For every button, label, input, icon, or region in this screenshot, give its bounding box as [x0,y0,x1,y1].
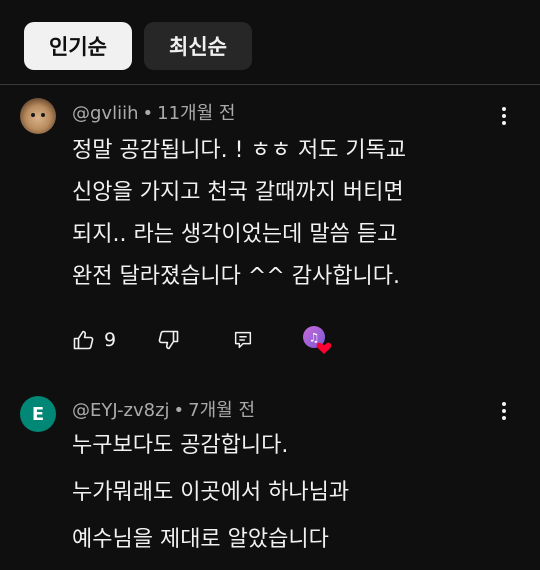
comment-actions: 9 ♫ [72,325,372,355]
thumbs-up-icon [73,330,94,350]
comment-line: 정말 공감됩니다. ! ㅎㅎ 저도 기독교 [72,138,407,163]
avatar[interactable]: E [20,396,56,432]
comment-text: 누구보다도 공감합니다. 누가뭐래도 이곳에서 하나님과 예수님을 제대로 알았… [72,422,482,563]
comment-line: 누구보다도 공감합니다. [72,433,289,458]
avatar[interactable] [20,98,56,134]
dislike-button[interactable] [156,325,180,355]
comment-text: 정말 공감됩니다. ! ㅎㅎ 저도 기독교 신앙을 가지고 천국 갈때까지 버티… [72,130,482,298]
svg-text:♫: ♫ [309,331,320,345]
avatar-letter: E [31,403,45,425]
hamster-eye-icon [41,113,45,117]
comment-line: 예수님을 제대로 알았습니다 [72,527,329,552]
comment-line: 되지.. 라는 생각이었는데 말씀 듣고 [72,222,398,247]
meta-separator: • [173,400,185,421]
comment-meta: @gvliih • 11개월 전 [72,99,235,125]
more-options-button[interactable] [494,103,514,129]
comment-time[interactable]: 7개월 전 [188,400,255,421]
like-count: 9 [104,329,117,351]
sort-chip-bar: 인기순 최신순 [0,0,540,84]
comment-line: 완전 달라졌습니다 ^^ 감사합니다. [72,264,400,289]
comment-author[interactable]: @gvliih [72,103,139,124]
comment-meta: @EYJ-zv8zj • 7개월 전 [72,396,255,422]
divider [0,84,540,85]
sort-chip-popular[interactable]: 인기순 [24,22,132,70]
thumbs-down-icon [158,330,179,350]
comment-line: 신앙을 가지고 천국 갈때까지 버티면 [72,180,404,205]
more-dot-icon [502,114,506,118]
creator-avatar-heart-icon: ♫ [303,326,332,354]
more-dot-icon [502,107,506,111]
comment-time[interactable]: 11개월 전 [157,103,235,124]
comment-author[interactable]: @EYJ-zv8zj [72,400,170,421]
more-dot-icon [502,416,506,420]
more-dot-icon [502,121,506,125]
more-dot-icon [502,402,506,406]
sort-chip-newest[interactable]: 최신순 [144,22,252,70]
like-button[interactable]: 9 [72,325,116,355]
more-dot-icon [502,409,506,413]
meta-separator: • [142,103,154,124]
more-options-button[interactable] [494,398,514,424]
reply-comment-icon [234,331,252,349]
creator-heart-badge: ♫ [302,325,332,355]
comment-line: 누가뭐래도 이곳에서 하나님과 [72,480,350,505]
reply-button[interactable] [232,325,254,355]
hamster-eye-icon [31,113,35,117]
